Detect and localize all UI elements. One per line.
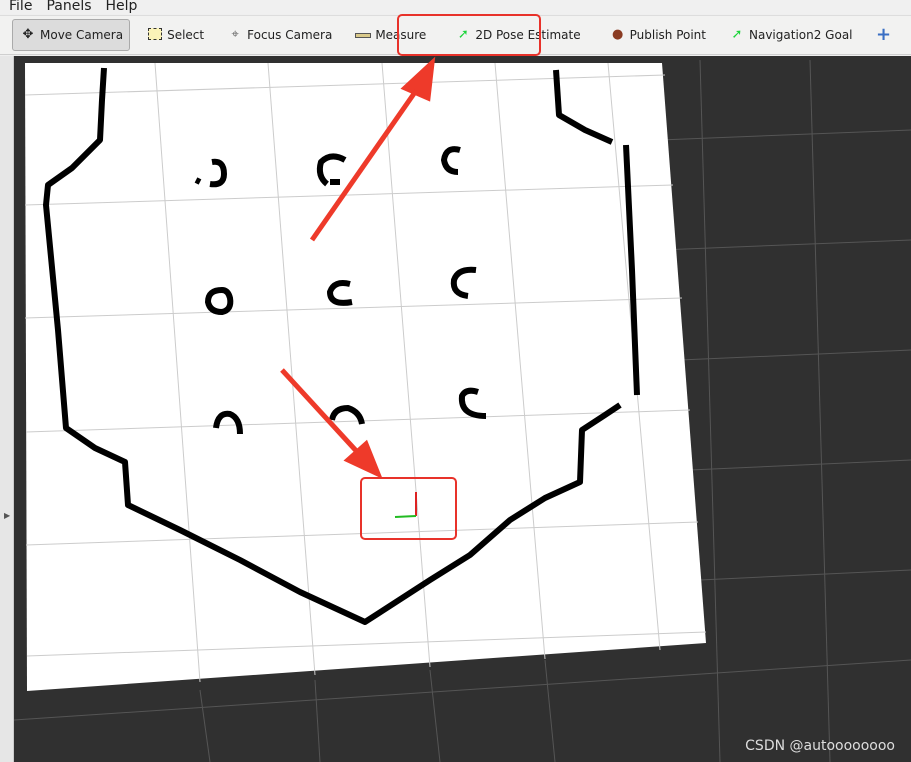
annotation-box-pose-button	[397, 14, 541, 56]
move-camera-button[interactable]: ✥ Move Camera	[12, 19, 131, 51]
navigation2-goal-button[interactable]: ➚ Navigation2 Goal	[722, 19, 859, 51]
map-pin-icon: ●	[611, 27, 624, 42]
watermark: CSDN @autoooooooo	[745, 738, 895, 754]
move-camera-icon: ✥	[22, 27, 34, 42]
menu-bar: File Panels Help	[0, 0, 911, 14]
menu-panels[interactable]: Panels	[46, 0, 91, 14]
annotation-box-robot	[360, 477, 457, 540]
plus-icon: +	[875, 24, 892, 45]
menu-file[interactable]: File	[9, 0, 32, 14]
3d-view[interactable]	[14, 56, 911, 762]
select-button[interactable]: Select	[140, 19, 210, 51]
add-tool-button[interactable]: +	[869, 19, 899, 51]
focus-camera-icon: ⌖	[231, 27, 239, 42]
expand-arrow-icon: ▶	[4, 511, 11, 520]
focus-camera-button[interactable]: ⌖ Focus Camera	[220, 19, 338, 51]
ruler-icon	[354, 28, 372, 42]
left-panel-handle[interactable]: ▶	[0, 56, 14, 762]
publish-point-button[interactable]: ● Publish Point	[603, 19, 712, 51]
occupancy-map	[25, 63, 706, 691]
select-icon	[146, 28, 164, 42]
green-arrow-icon: ➚	[731, 27, 743, 42]
map-canvas	[14, 56, 911, 762]
menu-help[interactable]: Help	[106, 0, 138, 14]
